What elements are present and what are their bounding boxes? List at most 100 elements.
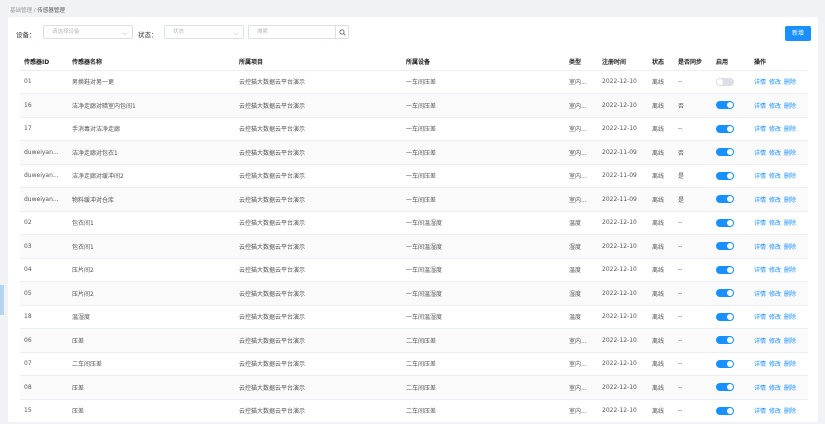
edit-link[interactable]: 修改 (769, 244, 781, 251)
column-header: 操作 (750, 53, 808, 71)
detail-link[interactable]: 详情 (754, 291, 766, 298)
detail-link[interactable]: 详情 (754, 338, 766, 345)
enable-toggle[interactable] (716, 359, 734, 368)
device-name-cell: 一车间温湿度 (402, 305, 565, 329)
edit-link[interactable]: 修改 (769, 126, 781, 133)
actions-cell: 详情 修改 删除 (750, 328, 808, 353)
enable-toggle[interactable] (716, 195, 734, 204)
project-name-cell: 云控猫大数据云平台演示 (235, 352, 402, 376)
enabled-cell (712, 305, 750, 329)
enable-toggle[interactable] (716, 171, 734, 180)
enable-toggle[interactable] (716, 218, 734, 227)
delete-link[interactable]: 删除 (784, 291, 796, 298)
detail-link[interactable]: 详情 (754, 173, 766, 180)
delete-link[interactable]: 删除 (784, 385, 796, 392)
chevron-down-icon: ⌵ (233, 30, 238, 37)
delete-link[interactable]: 删除 (784, 197, 796, 204)
edit-link[interactable]: 修改 (769, 408, 781, 415)
device-name-cell: 一车间压差 (402, 93, 565, 118)
table-row: 06 压差 云控猫大数据云平台演示 二车间压差 室内... 2022-12-10 离线 -- 详… (20, 328, 808, 353)
sensor-type-cell: 室内... (565, 328, 598, 353)
delete-link[interactable]: 删除 (784, 126, 796, 133)
register-date-cell: 2022-11-09 (598, 164, 648, 188)
register-date-cell: 2022-12-10 (598, 375, 648, 400)
table-row: duweiyan... 物料缓冲对仓库 云控猫大数据云平台演示 一车间压差 室内... 2… (20, 187, 808, 212)
device-select[interactable]: 请选择设备 ⌵ (43, 25, 133, 39)
enabled-cell (712, 258, 750, 282)
status-cell: 离线 (648, 140, 674, 165)
project-name-cell: 云控猫大数据云平台演示 (235, 140, 402, 165)
sync-status-cell: 是 (674, 187, 712, 212)
project-name-cell: 云控猫大数据云平台演示 (235, 164, 402, 188)
detail-link[interactable]: 详情 (754, 150, 766, 157)
status-cell: 离线 (648, 305, 674, 329)
detail-link[interactable]: 详情 (754, 408, 766, 415)
edit-link[interactable]: 修改 (769, 220, 781, 227)
detail-link[interactable]: 详情 (754, 220, 766, 227)
sensor-type-cell: 温度 (565, 258, 598, 282)
enable-toggle[interactable] (716, 289, 734, 298)
edit-link[interactable]: 修改 (769, 385, 781, 392)
delete-link[interactable]: 删除 (784, 173, 796, 180)
enable-toggle[interactable] (716, 336, 734, 345)
delete-link[interactable]: 删除 (784, 150, 796, 157)
detail-link[interactable]: 详情 (754, 314, 766, 321)
enable-toggle[interactable] (716, 242, 734, 251)
device-name-cell: 一车间压差 (402, 70, 565, 94)
add-button[interactable]: 新增 (785, 26, 811, 41)
edit-link[interactable]: 修改 (769, 173, 781, 180)
detail-link[interactable]: 详情 (754, 244, 766, 251)
delete-link[interactable]: 删除 (784, 244, 796, 251)
sensor-type-cell: 室内... (565, 140, 598, 165)
enable-toggle[interactable] (716, 148, 734, 157)
status-select[interactable]: 状态 ⌵ (164, 25, 244, 39)
detail-link[interactable]: 详情 (754, 79, 766, 86)
edit-link[interactable]: 修改 (769, 150, 781, 157)
delete-link[interactable]: 删除 (784, 361, 796, 368)
delete-link[interactable]: 删除 (784, 103, 796, 110)
search-input[interactable]: 搜索 (248, 25, 336, 39)
register-date-cell: 2022-12-10 (598, 234, 648, 259)
enable-toggle[interactable] (716, 101, 734, 110)
detail-link[interactable]: 详情 (754, 126, 766, 133)
edit-link[interactable]: 修改 (769, 338, 781, 345)
edit-link[interactable]: 修改 (769, 79, 781, 86)
register-date-cell: 2022-12-10 (598, 258, 648, 282)
breadcrumb-parent[interactable]: 基础管理 (10, 8, 32, 14)
delete-link[interactable]: 删除 (784, 79, 796, 86)
side-collapse-handle[interactable] (0, 285, 4, 315)
detail-link[interactable]: 详情 (754, 103, 766, 110)
table-row: 15 压差 云控猫大数据云平台演示 二车间压差 室内... 2022-12-10 离线 -- 详… (20, 399, 808, 422)
delete-link[interactable]: 删除 (784, 267, 796, 274)
sensor-name-cell: 包衣间1 (68, 211, 235, 235)
edit-link[interactable]: 修改 (769, 361, 781, 368)
enable-toggle[interactable] (716, 383, 734, 392)
edit-link[interactable]: 修改 (769, 267, 781, 274)
delete-link[interactable]: 删除 (784, 408, 796, 415)
enable-toggle[interactable] (716, 265, 734, 274)
enable-toggle[interactable] (716, 124, 734, 133)
sensor-name-cell: 压片间2 (68, 281, 235, 306)
sync-status-cell: 否 (674, 93, 712, 118)
sync-status-cell: 否 (674, 140, 712, 165)
edit-link[interactable]: 修改 (769, 103, 781, 110)
enable-toggle[interactable] (716, 77, 734, 86)
edit-link[interactable]: 修改 (769, 291, 781, 298)
enable-toggle[interactable] (716, 312, 734, 321)
actions-cell: 详情 修改 删除 (750, 93, 808, 118)
search-button[interactable] (335, 25, 349, 39)
detail-link[interactable]: 详情 (754, 385, 766, 392)
delete-link[interactable]: 删除 (784, 220, 796, 227)
detail-link[interactable]: 详情 (754, 267, 766, 274)
device-select-placeholder: 请选择设备 (52, 29, 80, 35)
enabled-cell (712, 211, 750, 235)
detail-link[interactable]: 详情 (754, 197, 766, 204)
project-name-cell: 云控猫大数据云平台演示 (235, 93, 402, 118)
delete-link[interactable]: 删除 (784, 314, 796, 321)
detail-link[interactable]: 详情 (754, 361, 766, 368)
edit-link[interactable]: 修改 (769, 197, 781, 204)
enable-toggle[interactable] (716, 406, 734, 415)
delete-link[interactable]: 删除 (784, 338, 796, 345)
edit-link[interactable]: 修改 (769, 314, 781, 321)
status-cell: 离线 (648, 93, 674, 118)
